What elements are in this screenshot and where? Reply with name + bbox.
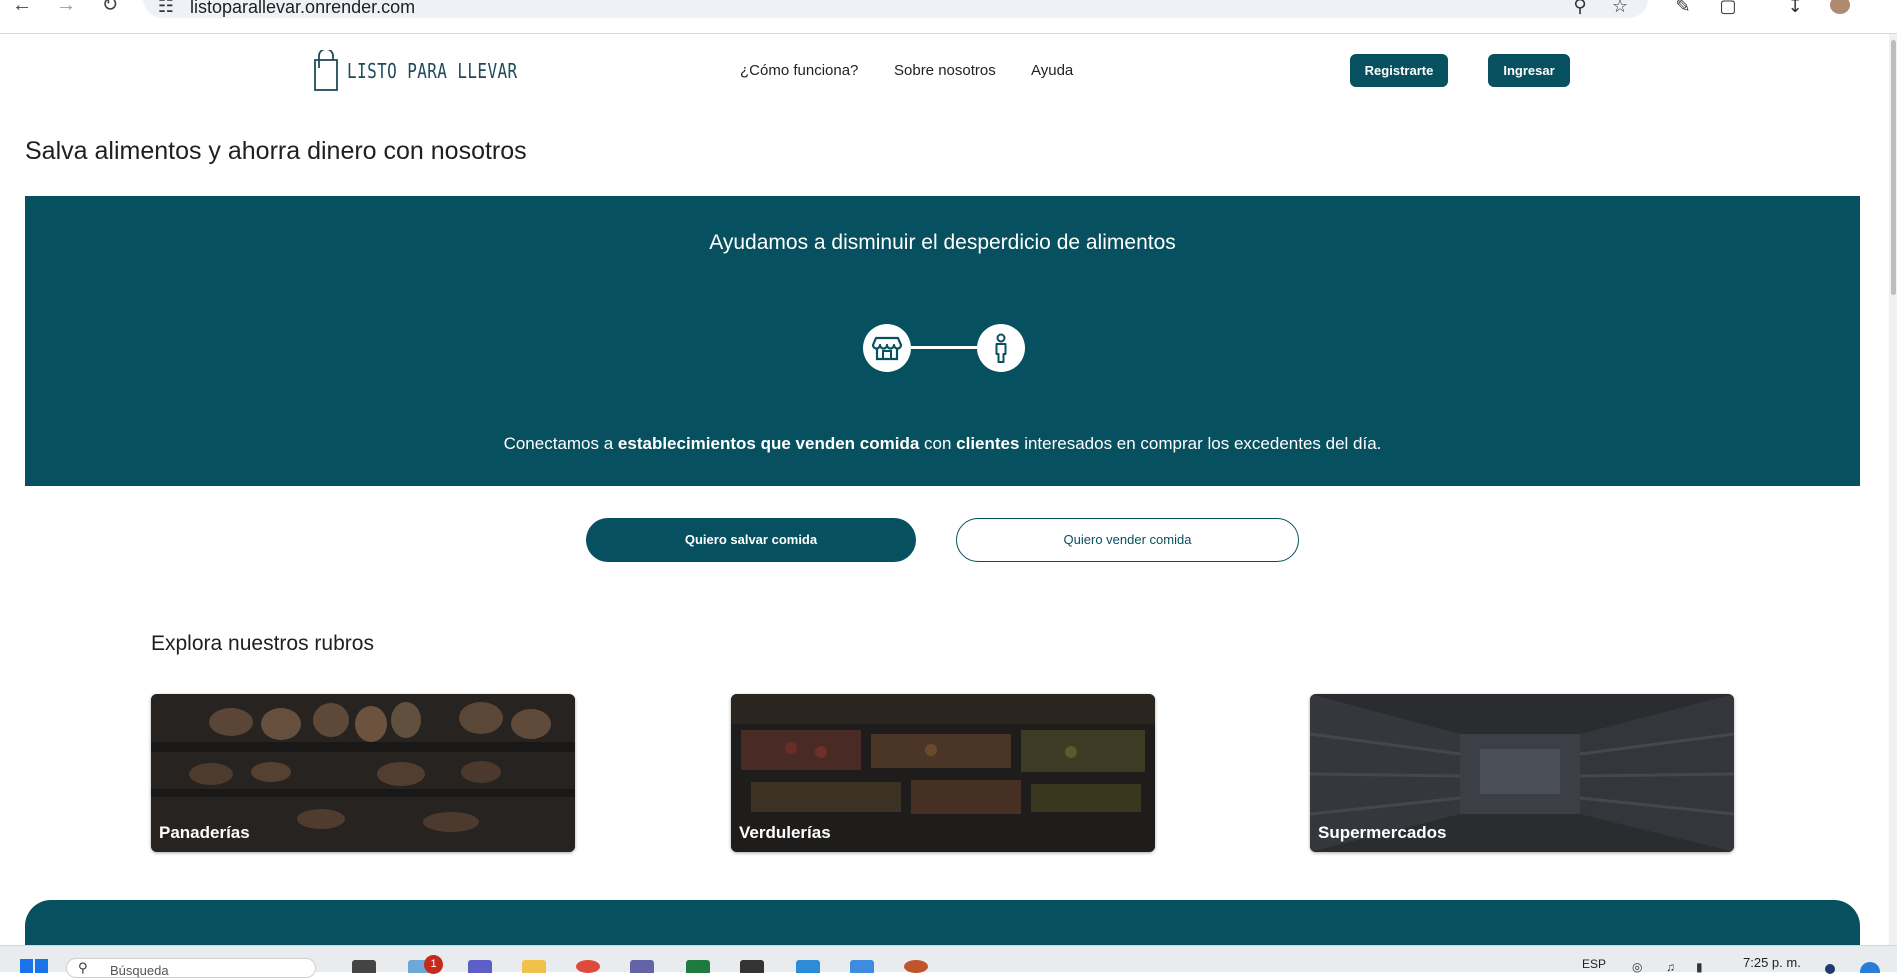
scrollbar-thumb[interactable]	[1891, 40, 1896, 295]
login-button[interactable]: Ingresar	[1488, 54, 1570, 87]
taskbar-search-placeholder: Búsqueda	[110, 963, 169, 978]
chrome-icon[interactable]	[576, 960, 600, 973]
clock[interactable]: 7:25 p. m.	[1743, 955, 1801, 970]
category-card-verdulerias[interactable]: Verdulerías	[731, 694, 1155, 852]
store-icon	[863, 324, 911, 372]
back-icon[interactable]: ←	[8, 0, 36, 15]
nav-link-sobre-nosotros[interactable]: Sobre nosotros	[894, 62, 996, 79]
windows-taskbar: ⚲ Búsqueda 1 ESP ◎ ♫ ▮ 7:25 p. m.	[0, 945, 1897, 978]
file-explorer-icon[interactable]	[522, 960, 546, 973]
notification-badge: 1	[424, 955, 443, 974]
vscode-icon[interactable]	[796, 960, 820, 973]
azure-icon[interactable]	[850, 960, 874, 973]
profile-avatar[interactable]	[1830, 0, 1850, 14]
taskbar-search-box[interactable]	[66, 958, 316, 978]
search-icon: ⚲	[78, 960, 88, 975]
teams-app-icon[interactable]	[630, 960, 654, 973]
url-text[interactable]: listoparallevar.onrender.com	[190, 0, 415, 18]
save-food-button[interactable]: Quiero salvar comida	[586, 518, 916, 562]
sell-food-button[interactable]: Quiero vender comida	[956, 518, 1299, 562]
teams-icon[interactable]	[468, 960, 492, 973]
hero-desc-bold-2: clientes	[956, 434, 1020, 453]
windows-start-icon[interactable]	[20, 959, 48, 973]
nav-link-ayuda[interactable]: Ayuda	[1031, 62, 1073, 79]
logo-text: LISTO PARA LLEVAR	[347, 59, 518, 83]
category-card-panaderias[interactable]: Panaderías	[151, 694, 575, 852]
person-icon	[977, 324, 1025, 372]
explore-title: Explora nuestros rubros	[151, 632, 374, 655]
category-label: Supermercados	[1318, 823, 1447, 842]
hero-desc-text-3: interesados en comprar los excedentes de…	[1019, 434, 1382, 453]
hero-desc-text-2: con	[919, 434, 957, 453]
bookmark-star-icon[interactable]: ☆	[1609, 0, 1631, 16]
excel-icon[interactable]	[686, 960, 710, 973]
zoom-icon[interactable]: ⚲	[1569, 0, 1591, 16]
download-icon[interactable]: ↧	[1784, 0, 1806, 16]
hero-desc-bold-1: establecimientos que venden comida	[617, 434, 920, 453]
nav-link-como-funciona[interactable]: ¿Cómo funciona?	[740, 62, 858, 79]
input-language[interactable]: ESP	[1582, 957, 1606, 971]
terminal-icon[interactable]	[740, 960, 764, 973]
category-label: Panaderías	[159, 823, 250, 842]
register-button[interactable]: Registrarte	[1350, 54, 1448, 87]
category-label: Verdulerías	[739, 823, 831, 842]
site-settings-icon[interactable]: ☷	[155, 0, 177, 16]
hero-title: Ayudamos a disminuir el desperdicio de a…	[709, 231, 1176, 254]
shopping-bag-icon	[314, 50, 338, 91]
copilot-icon[interactable]	[1860, 962, 1880, 973]
category-card-supermercados[interactable]: Supermercados	[1310, 694, 1734, 852]
hero-banner: Ayudamos a disminuir el desperdicio de a…	[25, 196, 1860, 486]
task-view-icon[interactable]	[352, 960, 376, 973]
reload-icon[interactable]: ↻	[96, 0, 124, 15]
page-title: Salva alimentos y ahorra dinero con noso…	[25, 137, 527, 165]
pen-extension-icon[interactable]: ✎	[1672, 0, 1694, 16]
hero-desc-text-1: Conectamos a	[503, 434, 618, 453]
media-app-icon[interactable]	[904, 960, 928, 973]
extensions-icon[interactable]: ▢	[1717, 0, 1739, 16]
hero-description: Conectamos a establecimientos que venden…	[25, 434, 1860, 454]
browser-toolbar: ← → ↻ ☷ listoparallevar.onrender.com ⚲ ☆…	[0, 0, 1897, 34]
forward-icon[interactable]: →	[52, 0, 80, 15]
notification-dot-icon[interactable]	[1825, 964, 1835, 974]
